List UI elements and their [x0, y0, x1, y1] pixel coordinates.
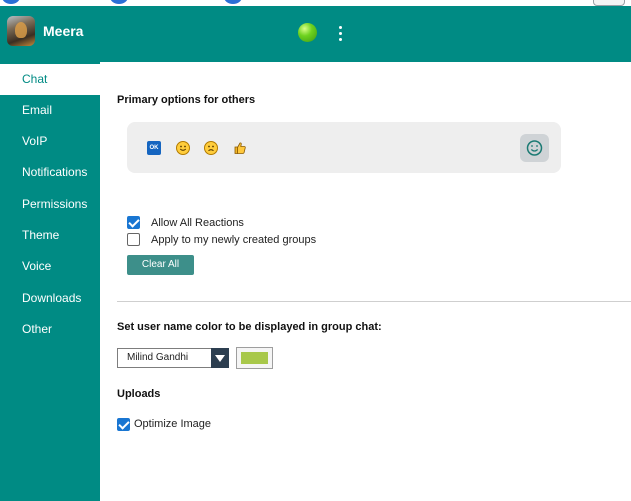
apply-new-groups-checkbox[interactable] — [127, 233, 140, 246]
clear-all-button[interactable]: Clear All — [127, 255, 194, 275]
allow-all-reactions-checkbox[interactable] — [127, 216, 140, 229]
smiling-face-icon[interactable] — [176, 141, 190, 155]
sidebar-item-permissions[interactable]: Permissions — [0, 189, 100, 220]
top-strip — [0, 0, 631, 6]
sidebar-item-theme[interactable]: Theme — [0, 220, 100, 251]
user-name: Meera — [43, 23, 84, 39]
thumbs-up-icon[interactable] — [233, 141, 247, 155]
sidebar-item-voip[interactable]: VoIP — [0, 126, 100, 157]
section-divider — [117, 301, 631, 302]
selected-user: Milind Gandhi — [127, 352, 189, 363]
window-control-button[interactable] — [593, 0, 625, 6]
settings-sidebar: Chat Email VoIP Notifications Permission… — [0, 62, 100, 501]
apply-new-groups-label: Apply to my newly created groups — [151, 234, 317, 246]
online-status-icon — [298, 23, 317, 42]
avatar[interactable] — [7, 16, 35, 46]
username-color-title: Set user name color to be displayed in g… — [117, 321, 382, 333]
sidebar-item-email[interactable]: Email — [0, 95, 100, 126]
sidebar-item-voice[interactable]: Voice — [0, 251, 100, 282]
user-select-dropdown[interactable]: Milind Gandhi — [117, 348, 229, 368]
allow-all-reactions-label: Allow All Reactions — [151, 217, 244, 229]
settings-window: Meera Chat Email VoIP Notifications Perm… — [0, 0, 631, 501]
app-header: Meera — [0, 0, 631, 62]
sidebar-item-chat[interactable]: Chat — [0, 64, 100, 95]
sad-face-icon[interactable] — [204, 141, 218, 155]
sidebar-item-other[interactable]: Other — [0, 314, 100, 345]
optimize-image-label: Optimize Image — [134, 418, 212, 430]
sidebar-item-downloads[interactable]: Downloads — [0, 283, 100, 314]
reactions-title: Primary options for others — [117, 94, 256, 106]
more-options-icon[interactable] — [336, 24, 344, 42]
uploads-title: Uploads — [117, 388, 161, 400]
emoji-picker-button[interactable] — [520, 134, 549, 162]
ok-button-icon[interactable]: OK — [147, 141, 161, 155]
reactions-panel: OK — [127, 122, 561, 173]
smiley-icon — [526, 140, 543, 156]
color-picker-swatch[interactable] — [236, 347, 273, 369]
chevron-down-icon[interactable] — [211, 348, 229, 368]
sidebar-item-notifications[interactable]: Notifications — [0, 157, 100, 188]
optimize-image-checkbox[interactable] — [117, 418, 130, 431]
selected-color-fill — [241, 352, 268, 364]
